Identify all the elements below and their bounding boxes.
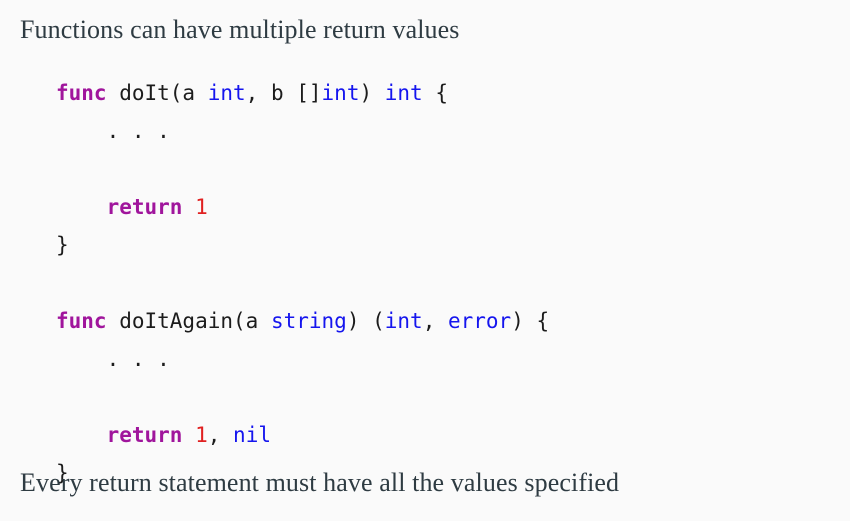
code-token-keyword: func: [56, 81, 107, 105]
code-line: return 1: [56, 188, 549, 226]
code-token-number: 1: [195, 423, 208, 447]
code-line: . . .: [56, 112, 549, 150]
code-token-number: 1: [195, 195, 208, 219]
code-token-keyword: return: [106, 423, 183, 447]
code-token-plain: . . .: [56, 347, 170, 371]
code-token-keyword: return: [106, 195, 183, 219]
code-token-plain: , b []: [245, 81, 322, 105]
slide-footer-text: Every return statement must have all the…: [20, 468, 620, 497]
code-token-plain: doItAgain(a: [106, 309, 271, 333]
code-token-plain: ): [359, 81, 385, 105]
code-token-plain: doIt(a: [106, 81, 208, 105]
code-line: func doIt(a int, b []int) int {: [56, 74, 549, 112]
code-token-plain: ,: [422, 309, 448, 333]
code-token-type: int: [384, 309, 423, 333]
code-token-type: int: [321, 81, 360, 105]
code-token-plain: {: [422, 81, 448, 105]
code-token-plain: ) (: [346, 309, 385, 333]
slide-root: Functions can have multiple return value…: [0, 0, 850, 521]
code-block: func doIt(a int, b []int) int { . . . re…: [56, 74, 549, 492]
code-token-plain: ,: [207, 423, 234, 447]
code-token-type: error: [447, 309, 512, 333]
code-token-type: nil: [233, 423, 271, 447]
code-token-plain: }: [56, 233, 69, 257]
code-token-plain: ) {: [511, 309, 550, 333]
code-token-type: int: [384, 81, 423, 105]
code-token-plain: . . .: [56, 119, 170, 143]
code-line: return 1, nil: [56, 416, 549, 454]
code-line: }: [56, 226, 549, 264]
code-token-type: string: [270, 309, 347, 333]
code-line: . . .: [56, 340, 549, 378]
code-token-type: int: [207, 81, 246, 105]
slide-heading: Functions can have multiple return value…: [20, 15, 460, 44]
code-line: func doItAgain(a string) (int, error) {: [56, 302, 549, 340]
code-token-keyword: func: [56, 309, 107, 333]
